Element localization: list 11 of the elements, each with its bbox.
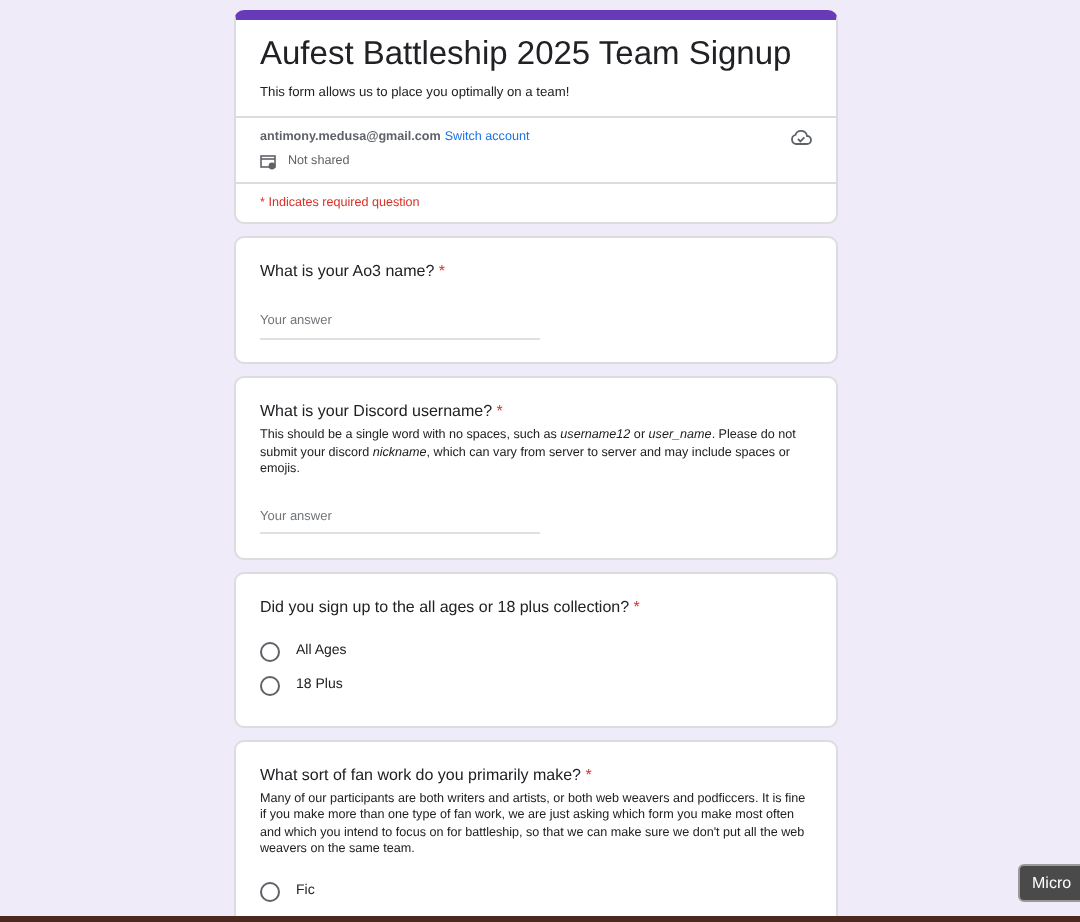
question-title: What sort of fan work do you primarily make? * xyxy=(260,763,594,788)
question-title: What is your Discord username? * xyxy=(260,400,505,425)
question-title: Did you sign up to the all ages or 18 plus collection? * xyxy=(260,595,642,620)
radio-button[interactable] xyxy=(260,642,280,663)
question-title: What is your Ao3 name? * xyxy=(260,260,448,285)
radio-button[interactable] xyxy=(260,882,280,903)
cloud-icon xyxy=(790,127,812,146)
form-title: Aufest Battleship 2025 Team Signup xyxy=(260,34,794,74)
not-shared-icon xyxy=(260,154,276,171)
tooltip: Micro xyxy=(1018,864,1080,902)
radio-button[interactable] xyxy=(260,676,280,697)
